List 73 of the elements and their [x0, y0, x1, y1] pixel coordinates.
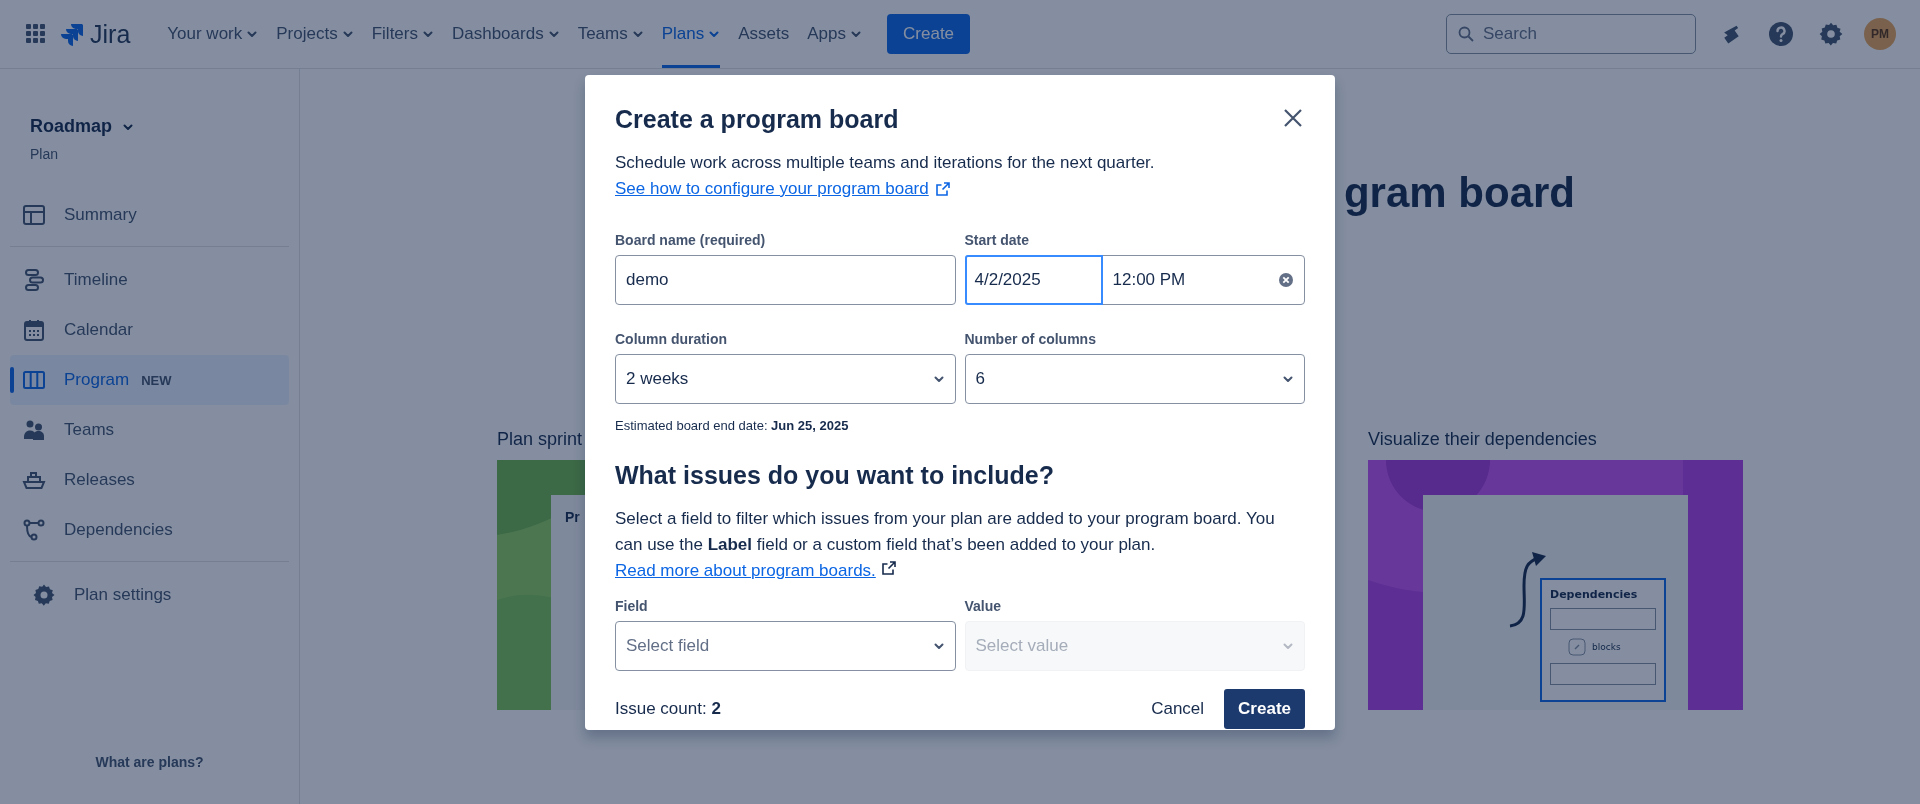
nav-menu-item[interactable]: Plans [652, 0, 730, 68]
help-icon[interactable] [1768, 21, 1794, 47]
chevron-down-icon [932, 373, 945, 385]
cancel-button[interactable]: Cancel [1137, 691, 1219, 727]
end-date-hint: Estimated board end date: Jun 25, 2025 [615, 418, 850, 433]
issue-count: Issue count: 2 [615, 699, 722, 719]
clear-icon[interactable] [1278, 272, 1294, 288]
chevron-down-icon [932, 640, 945, 652]
field-select[interactable]: Select field [615, 621, 956, 671]
nav-menu-item[interactable]: Projects [267, 0, 363, 68]
help-link[interactable]: What are plans? [10, 754, 289, 770]
sidebar-item[interactable]: Teams [10, 405, 289, 455]
field-label: Column duration [615, 331, 728, 347]
dependencies-icon [22, 518, 46, 542]
plan-settings-item[interactable]: Plan settings [10, 570, 289, 620]
duration-select[interactable]: 2 weeks [615, 354, 956, 404]
user-avatar[interactable]: PM [1864, 18, 1896, 50]
create-button[interactable]: Create [1224, 689, 1305, 729]
dialog-title: Create a program board [615, 105, 899, 134]
new-label: NEW [141, 372, 172, 388]
time-input[interactable]: 12:00 PM [1102, 270, 1304, 290]
sidebar-item[interactable]: Timeline [10, 255, 289, 305]
sidebar-item[interactable]: Releases [10, 455, 289, 505]
people-icon [22, 418, 46, 442]
field-label: Board name (required) [615, 232, 767, 248]
panel-title: Pr [565, 509, 580, 525]
dialog-description: Schedule work across multiple teams and iterations for the next quarter. [615, 152, 1156, 174]
plan-type-label: Plan [29, 146, 60, 162]
feature-title: Plan sprint [497, 429, 584, 450]
card-title: Dependencies [1550, 588, 1639, 601]
nav-menu-item[interactable]: Filters [362, 0, 443, 68]
link-type-label: blocks [1592, 642, 1621, 652]
nav-menu-item[interactable]: Teams [568, 0, 653, 68]
external-link-icon [934, 181, 951, 197]
logo-icon[interactable] [60, 22, 84, 46]
timeline-icon [22, 268, 46, 292]
close-icon [1283, 108, 1303, 128]
nav-menu-item[interactable]: Your work [158, 0, 268, 68]
sidebar-item[interactable]: Dependencies [10, 505, 289, 555]
product-name[interactable]: Jira [90, 19, 131, 49]
field-label: Number of columns [964, 331, 1097, 347]
field-label: Start date [964, 232, 1031, 248]
board-name-input[interactable]: demo [615, 255, 956, 305]
nav-menu-item[interactable]: Dashboards [442, 0, 569, 68]
read-more-link[interactable]: Read more about program boards. [615, 561, 876, 580]
plan-switcher[interactable]: Roadmap [10, 115, 289, 138]
nav-menu-item[interactable]: Assets [729, 0, 799, 68]
search-field[interactable]: Search [1446, 14, 1696, 54]
settings-icon [32, 583, 56, 607]
sidebar-item[interactable]: Summary [10, 190, 289, 240]
section-heading: What issues do you want to include? [615, 461, 1055, 490]
section-description: Select a field to filter which issues from your plan are added to your program board. You can use the Label field or a custom field that’s been added to your plan. Read more about program boards. [615, 508, 1276, 582]
columns-icon [22, 368, 46, 392]
search-icon [1458, 26, 1474, 42]
app-grid-icon[interactable] [26, 24, 46, 44]
date-input[interactable]: 4/2/2025 [964, 255, 1103, 305]
field-label: Field [615, 598, 649, 614]
help-link[interactable]: See how to configure your program board [615, 176, 929, 202]
field-label: Value [964, 598, 1003, 614]
sidebar-item[interactable]: Program NEW [10, 355, 289, 405]
settings-icon[interactable] [1818, 21, 1844, 47]
chevron-down-icon [1282, 373, 1294, 385]
external-link-icon [880, 560, 897, 576]
page-heading: gram board [1343, 169, 1575, 217]
columns-select[interactable]: 6 [964, 354, 1305, 404]
arrow-icon [1508, 550, 1548, 630]
nav-menu-item[interactable]: Apps [798, 0, 872, 68]
sidebar-item[interactable]: Calendar [10, 305, 289, 355]
create-button[interactable]: Create [887, 14, 971, 54]
panel-layout-icon [22, 203, 46, 227]
chevron-down-icon [1282, 640, 1294, 652]
calendar-icon [22, 318, 46, 342]
feature-title: Visualize their dependencies [1368, 429, 1598, 450]
